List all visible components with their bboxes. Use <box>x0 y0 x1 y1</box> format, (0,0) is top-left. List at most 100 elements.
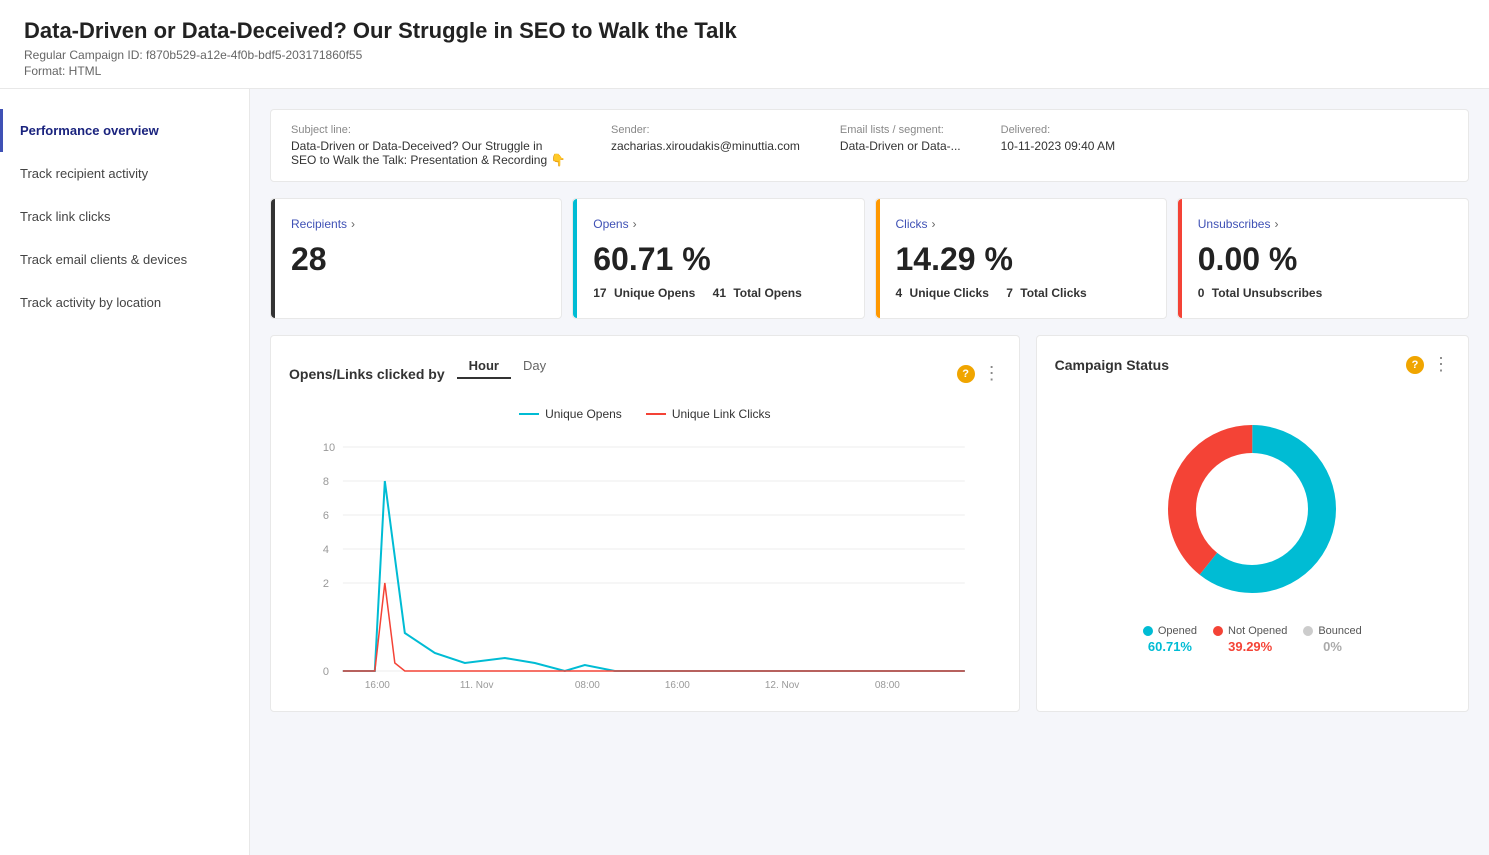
donut-legend-not-opened: Not Opened 39.29% <box>1213 625 1287 654</box>
svg-text:08:00: 08:00 <box>875 680 900 691</box>
stat-opens-header: Opens › <box>593 217 843 231</box>
sidebar-item-recipient[interactable]: Track recipient activity <box>0 152 249 195</box>
svg-text:10: 10 <box>323 442 335 454</box>
sidebar-item-performance[interactable]: Performance overview <box>0 109 249 152</box>
meta-subject-value: Data-Driven or Data-Deceived? Our Strugg… <box>291 139 571 167</box>
stat-unsubscribes-header: Unsubscribes › <box>1198 217 1448 231</box>
opens-chart-title: Opens/Links clicked by <box>289 366 445 382</box>
content-row: Performance overview Track recipient act… <box>0 89 1489 855</box>
line-chart-svg: 10 8 6 4 2 0 <box>289 433 1001 693</box>
stats-row: Recipients › 28 Opens › 60.71 % 17 Uniqu… <box>270 198 1469 319</box>
stat-clicks-header: Clicks › <box>896 217 1146 231</box>
sidebar-item-email-clients[interactable]: Track email clients & devices <box>0 238 249 281</box>
donut-svg <box>1152 409 1352 609</box>
legend-dot-red <box>646 413 666 415</box>
stat-unsubscribes-percent: 0.00 % <box>1198 241 1448 278</box>
campaign-status-more-icon[interactable]: ⋮ <box>1432 354 1450 375</box>
svg-text:16:00: 16:00 <box>365 680 390 691</box>
meta-sender-label: Sender: <box>611 124 800 136</box>
chart-tabs: Hour Day <box>457 354 558 379</box>
donut-not-opened-label: Not Opened <box>1228 625 1287 637</box>
total-unsub-count: 0 <box>1198 286 1205 300</box>
sidebar-label-link-clicks: Track link clicks <box>20 209 111 224</box>
campaign-status-panel: Campaign Status ? ⋮ <box>1036 335 1469 712</box>
donut-dot-red <box>1213 626 1223 636</box>
stat-clicks-percent: 14.29 % <box>896 241 1146 278</box>
svg-text:6: 6 <box>323 510 329 522</box>
sidebar-label-email-clients: Track email clients & devices <box>20 252 187 267</box>
meta-bar: Subject line: Data-Driven or Data-Deceiv… <box>270 109 1469 182</box>
stat-opens-sub: 17 Unique Opens 41 Total Opens <box>593 286 843 300</box>
legend-unique-clicks-label: Unique Link Clicks <box>672 407 771 421</box>
chevron-icon-clicks: › <box>932 217 936 231</box>
donut-legend-opened: Opened 60.71% <box>1143 625 1197 654</box>
sidebar-label-location: Track activity by location <box>20 295 161 310</box>
page-container: Data-Driven or Data-Deceived? Our Strugg… <box>0 0 1489 855</box>
chevron-icon: › <box>351 217 355 231</box>
sidebar-item-location[interactable]: Track activity by location <box>0 281 249 324</box>
total-clicks-label: Total Clicks <box>1020 286 1086 300</box>
stat-card-recipients: Recipients › 28 <box>270 198 562 319</box>
tab-hour[interactable]: Hour <box>457 354 511 379</box>
legend-dot-teal <box>519 413 539 415</box>
opens-chart-panel: Opens/Links clicked by Hour Day ? ⋮ <box>270 335 1020 712</box>
opens-chart-header: Opens/Links clicked by Hour Day ? ⋮ <box>289 354 1001 393</box>
unique-opens-label: Unique Opens <box>614 286 695 300</box>
donut-not-opened-pct: 39.29% <box>1228 639 1272 654</box>
total-unsub-label: Total Unsubscribes <box>1212 286 1322 300</box>
stat-card-opens: Opens › 60.71 % 17 Unique Opens 41 Total… <box>572 198 864 319</box>
svg-text:0: 0 <box>323 666 329 678</box>
stat-recipients-header: Recipients › <box>291 217 541 231</box>
campaign-status-help-icon[interactable]: ? <box>1406 356 1424 374</box>
tab-day[interactable]: Day <box>511 354 558 379</box>
meta-sender: Sender: zacharias.xiroudakis@minuttia.co… <box>611 124 800 153</box>
campaign-status-header: Campaign Status ? ⋮ <box>1055 354 1450 375</box>
sidebar-label-performance: Performance overview <box>20 123 159 138</box>
stat-recipients-value: 28 <box>291 241 541 278</box>
svg-text:11. Nov: 11. Nov <box>460 680 494 691</box>
campaign-status-title: Campaign Status <box>1055 357 1169 373</box>
sidebar: Performance overview Track recipient act… <box>0 89 250 855</box>
campaign-id: Regular Campaign ID: f870b529-a12e-4f0b-… <box>24 48 1465 62</box>
donut-not-opened-dot-row: Not Opened <box>1213 625 1287 637</box>
total-clicks-count: 7 <box>1006 286 1013 300</box>
stat-clicks-sub: 4 Unique Clicks 7 Total Clicks <box>896 286 1146 300</box>
donut-opened-dot-row: Opened <box>1143 625 1197 637</box>
svg-text:4: 4 <box>323 544 329 556</box>
stat-clicks-link[interactable]: Clicks <box>896 217 928 231</box>
unique-opens-count: 17 <box>593 286 606 300</box>
total-opens-count: 41 <box>713 286 726 300</box>
unique-clicks-label: Unique Clicks <box>910 286 989 300</box>
meta-subject: Subject line: Data-Driven or Data-Deceiv… <box>291 124 571 167</box>
svg-text:12. Nov: 12. Nov <box>765 680 799 691</box>
opens-chart-more-icon[interactable]: ⋮ <box>983 363 1001 384</box>
svg-text:2: 2 <box>323 578 329 590</box>
stat-card-unsubscribes: Unsubscribes › 0.00 % 0 Total Unsubscrib… <box>1177 198 1469 319</box>
donut-dot-gray <box>1303 626 1313 636</box>
opens-chart-help-icon[interactable]: ? <box>957 365 975 383</box>
donut-opened-label: Opened <box>1158 625 1197 637</box>
meta-list-value: Data-Driven or Data-... <box>840 139 961 153</box>
total-opens-label: Total Opens <box>733 286 801 300</box>
meta-delivered-value: 10-11-2023 09:40 AM <box>1001 139 1116 153</box>
stat-unsubscribes-link[interactable]: Unsubscribes <box>1198 217 1271 231</box>
opens-chart-actions: ? ⋮ <box>957 363 1001 384</box>
meta-delivered: Delivered: 10-11-2023 09:40 AM <box>1001 124 1116 153</box>
svg-text:08:00: 08:00 <box>575 680 600 691</box>
legend-unique-opens-label: Unique Opens <box>545 407 622 421</box>
meta-subject-label: Subject line: <box>291 124 571 136</box>
meta-list-label: Email lists / segment: <box>840 124 961 136</box>
sidebar-item-link-clicks[interactable]: Track link clicks <box>0 195 249 238</box>
chevron-icon-unsub: › <box>1274 217 1278 231</box>
charts-row: Opens/Links clicked by Hour Day ? ⋮ <box>270 335 1469 712</box>
donut-opened-pct: 60.71% <box>1148 639 1192 654</box>
page-title: Data-Driven or Data-Deceived? Our Strugg… <box>24 18 1465 44</box>
top-header: Data-Driven or Data-Deceived? Our Strugg… <box>0 0 1489 89</box>
unique-clicks-count: 4 <box>896 286 903 300</box>
donut-legend: Opened 60.71% Not Opened 39.29% <box>1143 625 1362 654</box>
chart-legend: Unique Opens Unique Link Clicks <box>289 407 1001 421</box>
stat-opens-link[interactable]: Opens <box>593 217 628 231</box>
stat-recipients-link[interactable]: Recipients <box>291 217 347 231</box>
legend-unique-clicks: Unique Link Clicks <box>646 407 771 421</box>
donut-legend-bounced: Bounced 0% <box>1303 625 1361 654</box>
